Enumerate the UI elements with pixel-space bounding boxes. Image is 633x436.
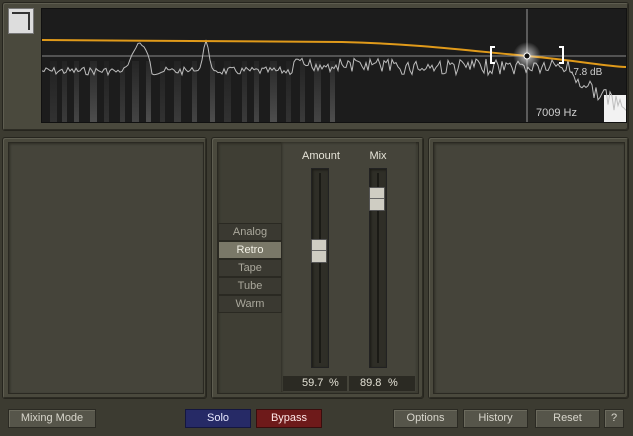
bandwidth-right-bracket <box>559 46 564 64</box>
bandwidth-left-bracket <box>490 46 495 64</box>
left-panel-area <box>8 142 204 394</box>
right-panel-area <box>433 142 625 394</box>
spectrum-bar <box>132 61 139 122</box>
amount-unit: % <box>329 377 339 389</box>
spectrum-display[interactable]: -7.8 dB 7009 Hz <box>41 8 627 123</box>
slider-area <box>281 142 416 392</box>
logo-icon[interactable] <box>8 8 34 34</box>
amount-slider[interactable] <box>311 168 329 368</box>
gain-readout: -7.8 dB <box>570 67 603 78</box>
spectrum-bar <box>300 61 305 122</box>
amount-slider-groove <box>319 173 321 363</box>
options-button[interactable]: Options <box>393 409 458 428</box>
spectrum-bar <box>146 61 151 122</box>
mix-unit: % <box>388 377 398 389</box>
spectrum-bar <box>192 61 197 122</box>
mode-analog[interactable]: Analog <box>218 223 282 241</box>
mix-slider[interactable] <box>369 168 387 368</box>
amount-slider-thumb[interactable] <box>311 239 327 263</box>
mode-tape[interactable]: Tape <box>218 259 282 277</box>
amount-value: 59.7 <box>302 377 324 389</box>
mixing-mode-button[interactable]: Mixing Mode <box>8 409 96 428</box>
mix-title: Mix <box>369 150 387 162</box>
history-button[interactable]: History <box>463 409 528 428</box>
spectrum-graph <box>42 9 626 122</box>
spectrum-bar <box>50 61 57 122</box>
plugin-window: -7.8 dB 7009 Hz Analog Retro Tape Tube W… <box>0 0 633 436</box>
band-handle <box>523 52 531 60</box>
amount-value-box[interactable]: 59.7 % <box>283 376 347 391</box>
amount-title: Amount <box>302 150 340 162</box>
solo-button[interactable]: Solo <box>185 409 251 428</box>
mix-value-box[interactable]: 89.8 % <box>349 376 415 391</box>
reset-button[interactable]: Reset <box>535 409 600 428</box>
help-button[interactable]: ? <box>604 409 624 428</box>
mode-retro[interactable]: Retro <box>218 241 282 259</box>
mix-slider-thumb[interactable] <box>369 187 385 211</box>
frequency-readout: 7009 Hz <box>536 107 577 119</box>
bypass-button[interactable]: Bypass <box>256 409 322 428</box>
mode-tube[interactable]: Tube <box>218 277 282 295</box>
mode-warm[interactable]: Warm <box>218 295 282 313</box>
mix-value: 89.8 <box>360 377 382 389</box>
